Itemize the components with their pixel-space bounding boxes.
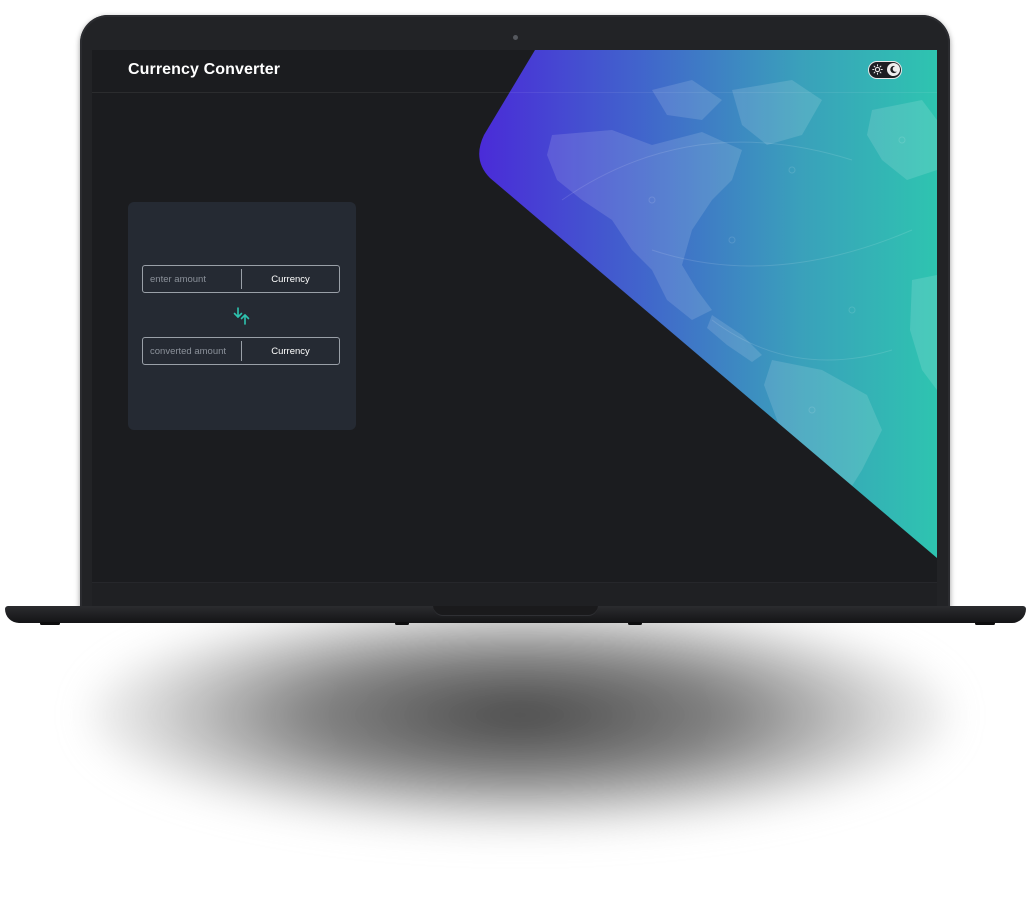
theme-toggle[interactable] xyxy=(868,61,902,79)
amount-input[interactable] xyxy=(143,266,241,292)
header-bar: Currency Converter xyxy=(92,50,937,93)
converter-card: Currency Currency xyxy=(128,202,356,430)
to-field-group: Currency xyxy=(142,337,340,365)
webcam xyxy=(513,35,518,40)
base-foot xyxy=(40,622,60,625)
to-currency-select[interactable]: Currency xyxy=(242,346,339,357)
from-currency-select[interactable]: Currency xyxy=(242,274,339,285)
converted-amount-field[interactable] xyxy=(143,338,241,364)
base-foot xyxy=(628,622,642,625)
sun-icon xyxy=(872,64,883,75)
swap-arrows-icon[interactable] xyxy=(232,306,252,326)
lid-opening-notch xyxy=(433,606,598,616)
device-mockup: Currency Converter enter amount Currency… xyxy=(0,0,1028,910)
moon-icon xyxy=(890,65,897,74)
from-field-group: Currency xyxy=(142,265,340,293)
app-title: Currency Converter xyxy=(128,61,281,78)
base-foot xyxy=(395,622,409,625)
app-screen: Currency Converter enter amount Currency… xyxy=(92,50,937,582)
screen-bezel-bottom xyxy=(92,582,937,607)
base-foot xyxy=(975,622,995,625)
toggle-knob xyxy=(887,63,900,76)
device-shadow xyxy=(90,600,950,830)
